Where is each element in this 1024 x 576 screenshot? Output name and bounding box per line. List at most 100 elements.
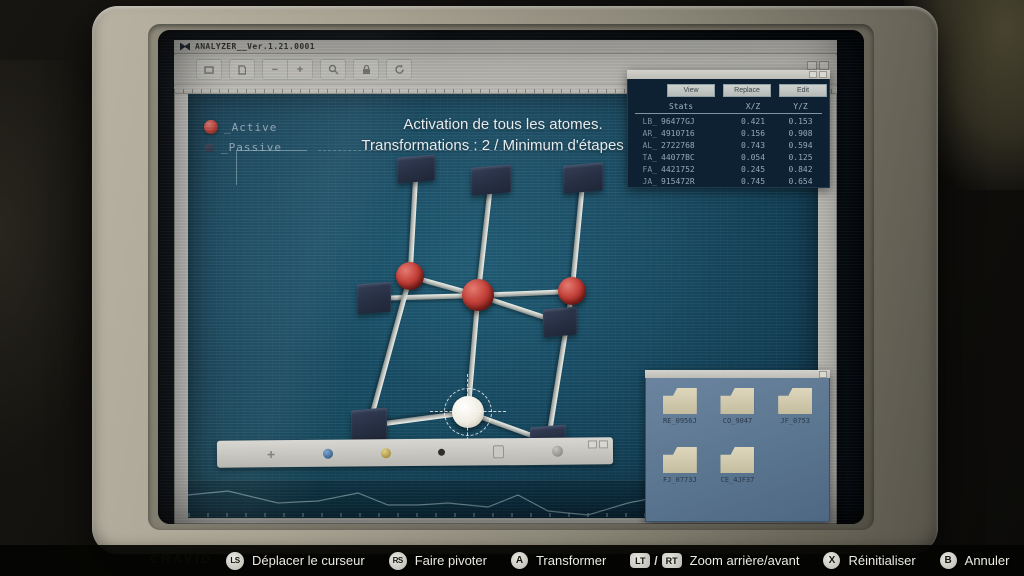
folder-icon: [778, 388, 813, 414]
magnifier-button[interactable]: [320, 59, 346, 80]
minimize-button[interactable]: [587, 440, 597, 449]
floating-toolbar-window-buttons: [587, 440, 608, 449]
folder-item[interactable]: JF_0753: [770, 388, 820, 425]
toolbar-window-buttons: [807, 61, 829, 70]
sheet-tool-icon[interactable]: [493, 445, 505, 459]
hint-label: Faire pivoter: [414, 553, 487, 568]
stats-row: JA_ 915472R 0.745 0.654: [635, 176, 822, 188]
folder-icon: [662, 447, 697, 473]
window-icon-button[interactable]: [196, 59, 222, 80]
gamepad-button-x-icon: X: [823, 552, 841, 569]
stat-value: 0.054: [740, 153, 766, 162]
close-button[interactable]: [819, 71, 827, 78]
hint-keys: RS: [388, 551, 407, 570]
stats-rows: LB_ 96477GJ 0.421 0.153 AR_ 4910716 0.156 0.908…: [635, 116, 822, 188]
window-titlebar[interactable]: ANALYZER__Ver.1.21.0001: [174, 40, 837, 54]
hint-label: Transformer: [535, 553, 607, 568]
gamepad-button-ls-icon: LS: [226, 551, 244, 570]
hint-keys: LS: [226, 551, 244, 570]
close-button[interactable]: [819, 61, 829, 70]
folder-label: FJ_0773J: [662, 476, 697, 484]
yellow-orb-tool-icon[interactable]: [380, 447, 391, 458]
hint-keys: X: [823, 552, 841, 569]
files-panel: RE_0956J CO_9047 JF_0753 FJ_0773J CE_4JF37: [645, 370, 830, 522]
lock-button[interactable]: [353, 59, 379, 80]
folder-item[interactable]: CE_4JF37: [713, 447, 763, 484]
stats-titlebar[interactable]: [627, 70, 830, 79]
stats-row: AR_ 4910716 0.156 0.908: [635, 128, 822, 140]
folder-label: CO_9047: [722, 417, 753, 425]
gamepad-button-lt-icon: LT: [630, 553, 651, 568]
stats-button-view[interactable]: View: [667, 84, 715, 97]
stat-code: 2722768: [661, 141, 695, 150]
monitor-screen: ANALYZER__Ver.1.21.0001 − + _Active _Pas…: [158, 30, 864, 524]
bond-rod: [465, 294, 481, 413]
rotate-button[interactable]: [386, 59, 412, 80]
zoom-control: − +: [262, 59, 313, 80]
cursor-sphere[interactable]: [452, 396, 484, 428]
bond-rod: [407, 168, 419, 277]
stat-id: AL_: [642, 141, 657, 150]
stat-id: FA_: [642, 165, 657, 174]
stat-value: 0.421: [740, 117, 766, 126]
stat-value: 0.245: [740, 165, 766, 174]
stats-column-header: X/Z: [745, 102, 761, 111]
hint-item: RS Faire pivoter: [388, 551, 487, 570]
cube-top-center[interactable]: [471, 164, 511, 196]
hint-label: Annuler: [964, 553, 1010, 568]
blue-orb-tool-icon[interactable]: [322, 448, 333, 459]
gamepad-button-a-icon: A: [510, 552, 528, 569]
plus-button[interactable]: +: [288, 59, 313, 80]
stats-buttons: View Replace Edit: [667, 84, 827, 97]
crosshair-tool-icon[interactable]: +: [267, 446, 275, 462]
hint-keys: A: [510, 552, 528, 569]
hint-item: LS Déplacer le curseur: [226, 551, 365, 570]
stats-table: Stats X/Z Y/Z LB_ 96477GJ 0.421 0.153 AR_ 49107…: [635, 102, 822, 188]
minimize-button[interactable]: [809, 71, 817, 78]
stats-button-edit[interactable]: Edit: [779, 84, 827, 97]
cube-top-right[interactable]: [563, 162, 603, 194]
stats-button-replace[interactable]: Replace: [723, 84, 771, 97]
sphere-left[interactable]: [396, 262, 424, 290]
sphere-center[interactable]: [462, 279, 494, 311]
folder-item[interactable]: CO_9047: [713, 388, 763, 425]
stat-id: TA_: [642, 153, 657, 162]
stat-value: 0.156: [740, 129, 766, 138]
folder-item[interactable]: FJ_0773J: [655, 447, 705, 484]
folder-icon: [662, 388, 697, 414]
files-titlebar[interactable]: [645, 370, 830, 378]
hint-separator: /: [654, 553, 658, 568]
app-logo-icon: [180, 42, 190, 51]
stat-code: 915472R: [661, 177, 695, 186]
cube-bottom-left[interactable]: [351, 407, 387, 443]
hint-label: Déplacer le curseur: [252, 553, 365, 568]
close-button[interactable]: [819, 370, 827, 378]
document-button[interactable]: [229, 59, 255, 80]
stat-code: 44077BC: [661, 153, 695, 162]
scene: CRAVID ANALYZER__Ver.1.21.0001 −: [0, 0, 1024, 576]
sphere-right[interactable]: [558, 277, 586, 305]
window-title: ANALYZER__Ver.1.21.0001: [195, 42, 315, 51]
stat-id: JA_: [642, 177, 657, 186]
gray-orb-tool-icon[interactable]: [552, 445, 564, 457]
cube-mid-left[interactable]: [357, 281, 391, 315]
folder-label: JF_0753: [780, 417, 810, 425]
stats-header-row: Stats X/Z Y/Z: [635, 102, 822, 114]
analyzer-window: ANALYZER__Ver.1.21.0001 − + _Active _Pas…: [174, 40, 837, 524]
dot-tool-icon[interactable]: [438, 448, 446, 456]
gamepad-button-rs-icon: RS: [388, 551, 407, 570]
stat-value: 0.654: [788, 177, 813, 186]
hint-keys: LT / RT: [630, 553, 682, 568]
cube-mid-right[interactable]: [543, 306, 577, 338]
stats-column-header: Y/Z: [793, 102, 808, 111]
stats-column-header: Stats: [668, 102, 694, 111]
hint-label: Zoom arrière/avant: [689, 553, 800, 568]
minimize-button[interactable]: [807, 61, 817, 70]
files-grid: RE_0956J CO_9047 JF_0753 FJ_0773J CE_4JF37: [655, 388, 820, 484]
stat-value: 0.743: [740, 141, 766, 150]
cube-top-left[interactable]: [397, 154, 435, 184]
close-button[interactable]: [598, 440, 608, 449]
folder-label: RE_0956J: [662, 417, 697, 425]
minus-button[interactable]: −: [262, 59, 288, 80]
folder-item[interactable]: RE_0956J: [655, 388, 705, 425]
